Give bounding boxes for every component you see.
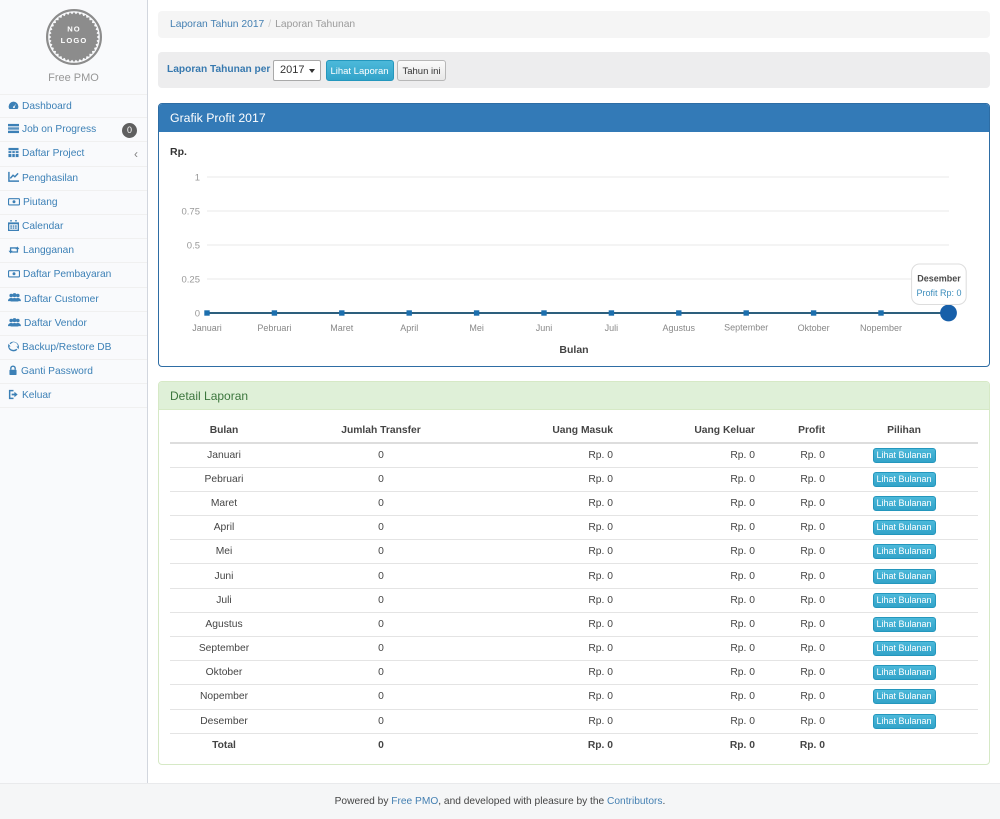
svg-text:0.5: 0.5 [187, 240, 200, 251]
svg-text:NO: NO [67, 25, 81, 34]
svg-text:0.25: 0.25 [182, 274, 201, 285]
svg-text:1: 1 [195, 172, 200, 183]
svg-text:LOGO: LOGO [60, 36, 87, 45]
svg-text:Nopember: Nopember [860, 323, 902, 333]
svg-text:Profit Rp: 0: Profit Rp: 0 [916, 288, 961, 298]
svg-text:September: September [724, 322, 768, 332]
svg-text:0.75: 0.75 [182, 206, 201, 217]
svg-text:Maret: Maret [330, 323, 354, 333]
svg-text:April: April [400, 323, 418, 333]
svg-text:Mei: Mei [469, 323, 484, 333]
svg-text:Oktober: Oktober [798, 323, 830, 333]
svg-text:Pebruari: Pebruari [257, 323, 291, 333]
svg-text:Juni: Juni [536, 323, 553, 333]
svg-text:Desember: Desember [917, 273, 961, 283]
svg-text:Bulan: Bulan [559, 344, 588, 356]
svg-text:Juli: Juli [605, 323, 619, 333]
svg-text:0: 0 [195, 308, 200, 319]
svg-text:Januari: Januari [192, 323, 222, 333]
svg-text:Rp.: Rp. [170, 146, 187, 158]
svg-text:Agustus: Agustus [663, 323, 696, 333]
